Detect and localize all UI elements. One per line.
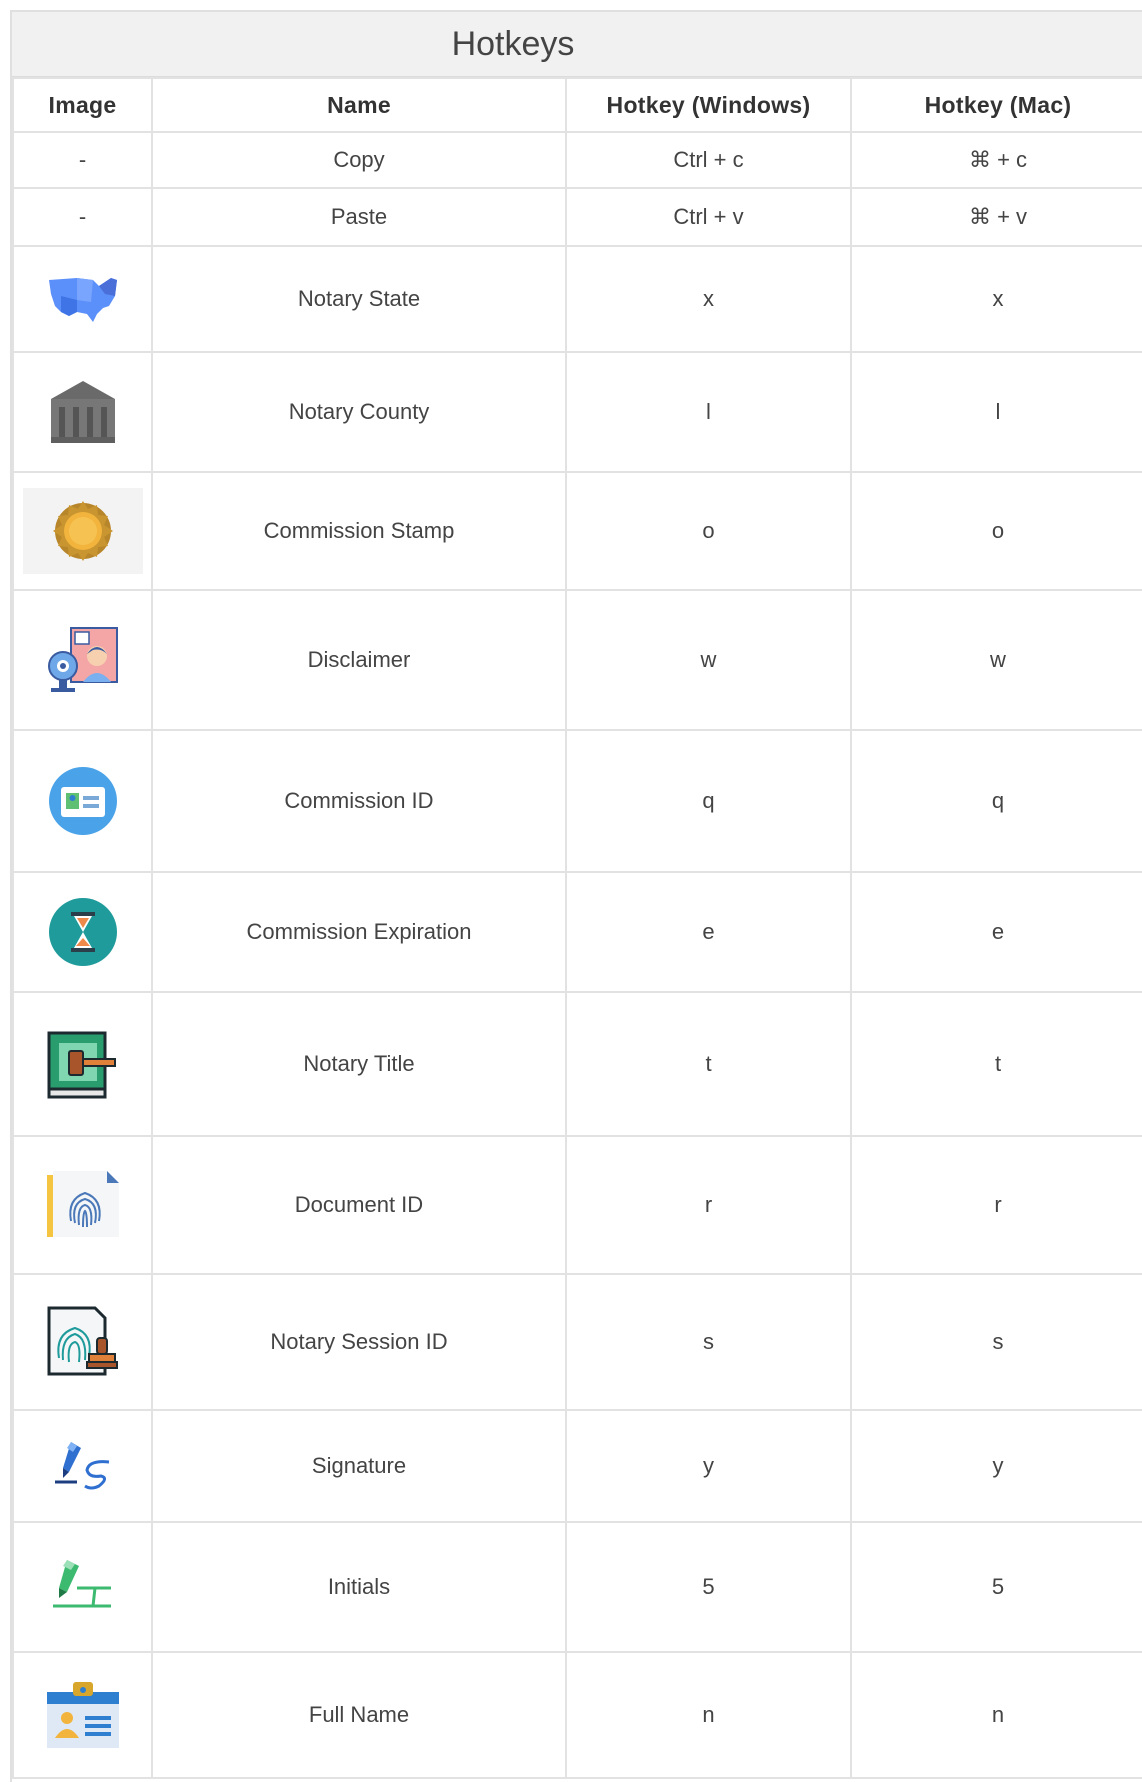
row-name: Notary County: [151, 351, 567, 473]
row-hotkey-mac: l: [850, 351, 1142, 473]
gavel-book-icon: [47, 1031, 116, 1099]
row-hotkey-windows: e: [565, 871, 852, 993]
hotkeys-table: Image Name Hotkey (Windows) Hotkey (Mac)…: [12, 77, 1142, 1779]
initials-pen-icon: [52, 1560, 111, 1608]
signature-pen-icon: [54, 1442, 109, 1490]
fingerprint-document-icon: [46, 1171, 119, 1237]
row-hotkey-windows: t: [565, 991, 852, 1137]
row-hotkey-windows: o: [565, 471, 852, 591]
row-name: Paste: [151, 187, 567, 247]
row-hotkey-windows: Ctrl + c: [565, 131, 852, 189]
row-name: Notary Title: [151, 991, 567, 1137]
row-name: Commission ID: [151, 729, 567, 873]
row-name: Notary Session ID: [151, 1273, 567, 1411]
row-name: Notary State: [151, 245, 567, 353]
row-hotkey-mac: r: [850, 1135, 1142, 1275]
row-name: Initials: [151, 1521, 567, 1653]
column-header-mac: Hotkey (Mac): [850, 77, 1142, 133]
row-name: Commission Expiration: [151, 871, 567, 993]
table-row: Document ID r r: [12, 1135, 1142, 1275]
table-row: Commission ID q q: [12, 729, 1142, 873]
row-hotkey-mac: s: [850, 1273, 1142, 1411]
webcam-person-icon: [47, 627, 118, 692]
courthouse-icon: [50, 381, 115, 443]
row-name: Full Name: [151, 1651, 567, 1779]
hotkeys-panel: Hotkeys Image Name Hotkey (Windows) Hotk…: [10, 10, 1142, 1782]
us-map-icon: [48, 278, 117, 322]
row-hotkey-windows: q: [565, 729, 852, 873]
row-name: Commission Stamp: [151, 471, 567, 591]
stamp-icon-background: [22, 488, 143, 574]
row-image-placeholder: -: [12, 187, 153, 247]
table-row: - Paste Ctrl + v ⌘ + v: [12, 187, 1142, 247]
table-row: Notary Session ID s s: [12, 1273, 1142, 1411]
row-name: Copy: [151, 131, 567, 189]
table-row: Notary State x x: [12, 245, 1142, 353]
hourglass-icon: [48, 898, 117, 966]
column-header-image: Image: [12, 77, 153, 133]
row-hotkey-windows: l: [565, 351, 852, 473]
row-hotkey-mac: e: [850, 871, 1142, 993]
row-hotkey-mac: x: [850, 245, 1142, 353]
row-hotkey-mac: ⌘ + c: [850, 131, 1142, 189]
table-row: Notary County l l: [12, 351, 1142, 473]
column-header-name: Name: [151, 77, 567, 133]
table-row: Commission Expiration e e: [12, 871, 1142, 993]
panel-title-bar: Hotkeys: [12, 12, 1142, 77]
row-hotkey-windows: w: [565, 589, 852, 731]
row-hotkey-mac: t: [850, 991, 1142, 1137]
row-hotkey-windows: r: [565, 1135, 852, 1275]
row-hotkey-mac: ⌘ + v: [850, 187, 1142, 247]
row-hotkey-windows: x: [565, 245, 852, 353]
seal-stamp-icon: [52, 501, 113, 561]
row-hotkey-windows: n: [565, 1651, 852, 1779]
row-hotkey-mac: w: [850, 589, 1142, 731]
table-row: Disclaimer w w: [12, 589, 1142, 731]
row-hotkey-windows: y: [565, 1409, 852, 1523]
panel-title: Hotkeys: [451, 24, 575, 63]
table-row: Full Name n n: [12, 1651, 1142, 1779]
row-hotkey-mac: y: [850, 1409, 1142, 1523]
row-name: Document ID: [151, 1135, 567, 1275]
row-hotkey-mac: q: [850, 729, 1142, 873]
row-name: Disclaimer: [151, 589, 567, 731]
table-row: Initials 5 5: [12, 1521, 1142, 1653]
table-row: Notary Title t t: [12, 991, 1142, 1137]
row-name: Signature: [151, 1409, 567, 1523]
row-hotkey-mac: o: [850, 471, 1142, 591]
name-badge-icon: [46, 1682, 119, 1748]
table-row: Commission Stamp o o: [12, 471, 1142, 591]
row-hotkey-mac: 5: [850, 1521, 1142, 1653]
fingerprint-stamp-icon: [47, 1306, 118, 1376]
row-image-placeholder: -: [12, 131, 153, 189]
row-hotkey-mac: n: [850, 1651, 1142, 1779]
row-hotkey-windows: 5: [565, 1521, 852, 1653]
table-header-row: Image Name Hotkey (Windows) Hotkey (Mac): [12, 77, 1142, 133]
column-header-windows: Hotkey (Windows): [565, 77, 852, 133]
table-row: Signature y y: [12, 1409, 1142, 1523]
table-row: - Copy Ctrl + c ⌘ + c: [12, 131, 1142, 189]
id-card-icon: [48, 767, 117, 835]
row-hotkey-windows: s: [565, 1273, 852, 1411]
row-hotkey-windows: Ctrl + v: [565, 187, 852, 247]
